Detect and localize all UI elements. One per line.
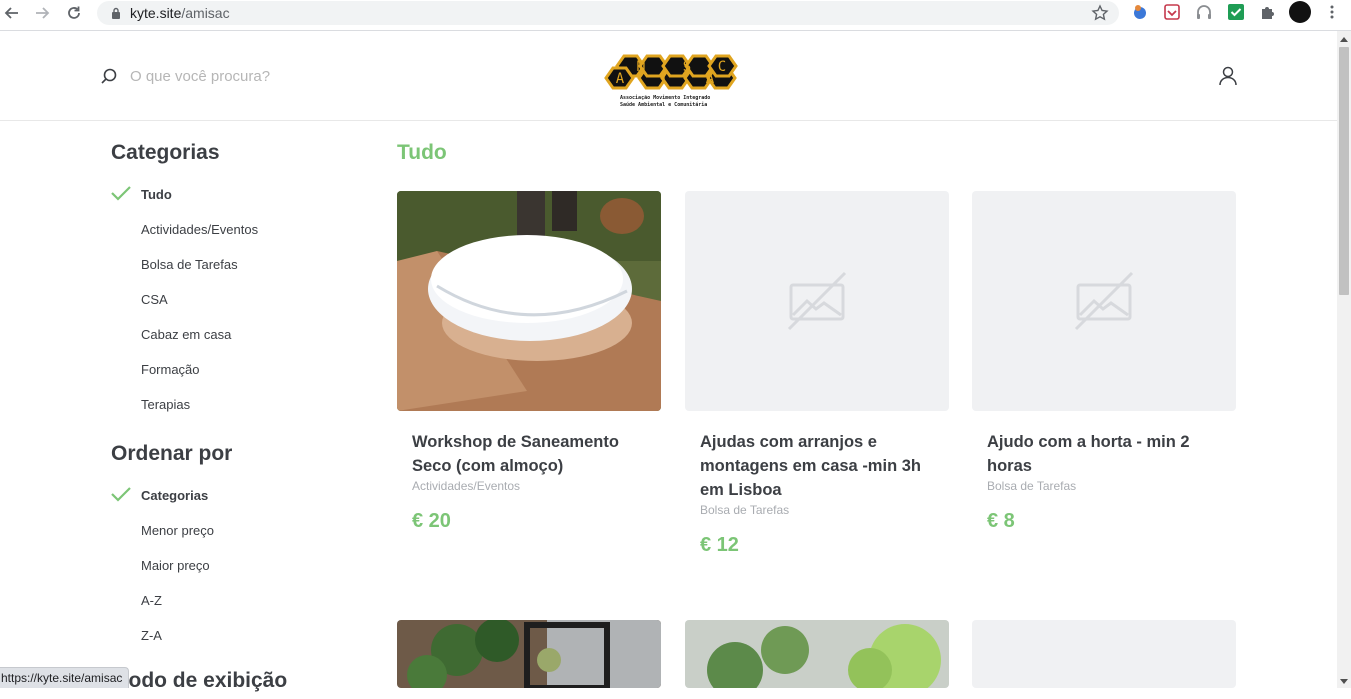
search-input[interactable] bbox=[130, 67, 380, 85]
product-card[interactable]: Workshop de Saneamento Seco (com almoço)… bbox=[397, 191, 661, 533]
product-image[interactable] bbox=[685, 620, 949, 688]
toilet-seat-photo bbox=[397, 191, 661, 411]
category-label: Terapias bbox=[141, 397, 191, 412]
product-card[interactable] bbox=[685, 620, 949, 688]
categories-heading: Categorias bbox=[111, 141, 220, 164]
logo-letter: I bbox=[660, 71, 668, 87]
no-image-placeholder-icon bbox=[787, 271, 847, 331]
sort-option-z-a[interactable]: Z-A bbox=[111, 618, 351, 653]
scroll-down-arrow-icon[interactable] bbox=[1340, 679, 1348, 684]
logo-letter: M bbox=[637, 59, 645, 75]
greens-photo bbox=[685, 620, 949, 688]
profile-avatar[interactable] bbox=[1289, 1, 1311, 23]
view-mode-heading: Modo de exibição bbox=[111, 669, 288, 692]
check-icon bbox=[111, 487, 131, 502]
search-icon[interactable] bbox=[100, 67, 118, 85]
page-title: Tudo bbox=[397, 141, 447, 164]
forward-icon[interactable] bbox=[30, 1, 54, 25]
user-account-icon[interactable] bbox=[1218, 66, 1238, 86]
search-bar[interactable] bbox=[100, 67, 380, 85]
bookmark-star-icon[interactable] bbox=[1091, 4, 1109, 22]
sort-option-maior-preco[interactable]: Maior preço bbox=[111, 548, 351, 583]
logo-hexagons bbox=[604, 54, 738, 90]
scroll-up-arrow-icon[interactable] bbox=[1340, 37, 1348, 42]
sort-option-menor-preco[interactable]: Menor preço bbox=[111, 513, 351, 548]
category-item-bolsa-de-tarefas[interactable]: Bolsa de Tarefas bbox=[111, 247, 351, 282]
category-item-actividades[interactable]: Actividades/Eventos bbox=[111, 212, 351, 247]
site-header: A M I S A C Associação Movimento Integra… bbox=[0, 31, 1337, 121]
category-label: Actividades/Eventos bbox=[141, 222, 259, 237]
status-url-tooltip: https://kyte.site/amisac bbox=[0, 667, 130, 688]
product-category: Bolsa de Tarefas bbox=[987, 479, 1077, 493]
address-bar[interactable]: kyte.site/amisac bbox=[97, 1, 1119, 25]
filter-sidebar: Categorias Tudo Actividades/Eventos Bols… bbox=[111, 141, 351, 699]
logo-letter: S bbox=[683, 59, 691, 75]
extension-pocket-icon[interactable] bbox=[1163, 3, 1181, 21]
logo-letter: C bbox=[718, 59, 726, 75]
menu-kebab-icon[interactable] bbox=[1323, 3, 1341, 21]
sort-heading: Ordenar por bbox=[111, 442, 233, 465]
extension-headphones-icon[interactable] bbox=[1195, 3, 1213, 21]
category-list: Tudo Actividades/Eventos Bolsa de Tarefa… bbox=[111, 177, 351, 422]
scrollbar-thumb[interactable] bbox=[1339, 47, 1349, 295]
category-item-cabaz-em-casa[interactable]: Cabaz em casa bbox=[111, 317, 351, 352]
product-card[interactable] bbox=[397, 620, 661, 688]
category-label: Cabaz em casa bbox=[141, 327, 232, 342]
sort-label: Menor preço bbox=[141, 523, 214, 538]
product-price: € 12 bbox=[700, 534, 739, 556]
product-price: € 8 bbox=[987, 510, 1015, 532]
back-icon[interactable] bbox=[0, 1, 24, 25]
product-name[interactable]: Workshop de Saneamento Seco (com almoço) bbox=[412, 430, 646, 478]
extensions-puzzle-icon[interactable] bbox=[1259, 3, 1277, 21]
check-icon bbox=[111, 186, 131, 201]
sort-label: Maior preço bbox=[141, 558, 210, 573]
product-image[interactable] bbox=[685, 191, 949, 411]
sort-label: Z-A bbox=[141, 628, 162, 643]
browser-toolbar: kyte.site/amisac bbox=[0, 0, 1351, 31]
category-item-terapias[interactable]: Terapias bbox=[111, 387, 351, 422]
logo-subtitle-line1: Associação Movimento Integrado bbox=[620, 95, 710, 101]
logo-subtitle-line2: Saúde Ambiental e Comunitária bbox=[620, 101, 707, 108]
category-label: Tudo bbox=[141, 187, 172, 202]
product-price: € 20 bbox=[412, 510, 451, 532]
sort-option-a-z[interactable]: A-Z bbox=[111, 583, 351, 618]
page-scrollbar[interactable] bbox=[1337, 31, 1351, 688]
sort-list: Categorias Menor preço Maior preço A-Z Z… bbox=[111, 478, 351, 653]
category-label: Bolsa de Tarefas bbox=[141, 257, 238, 272]
category-label: Formação bbox=[141, 362, 200, 377]
lock-icon bbox=[112, 7, 120, 19]
extension-check-icon[interactable] bbox=[1227, 3, 1245, 21]
amisac-logo[interactable]: A M I S A C Associação Movimento Integra… bbox=[604, 48, 740, 110]
product-image[interactable] bbox=[972, 191, 1236, 411]
product-card[interactable] bbox=[972, 620, 1236, 688]
category-item-tudo[interactable]: Tudo bbox=[111, 177, 351, 212]
category-item-formacao[interactable]: Formação bbox=[111, 352, 351, 387]
sort-label: Categorias bbox=[141, 488, 209, 503]
product-category: Bolsa de Tarefas bbox=[700, 503, 790, 517]
product-card[interactable]: Ajudo com a horta - min 2 horas Bolsa de… bbox=[972, 191, 1236, 533]
product-category: Actividades/Eventos bbox=[412, 479, 521, 493]
no-image-placeholder-icon bbox=[1074, 271, 1134, 331]
product-name[interactable]: Ajudo com a horta - min 2 horas bbox=[987, 430, 1221, 478]
product-image[interactable] bbox=[397, 191, 661, 411]
kale-crate-photo bbox=[397, 620, 661, 688]
product-image[interactable] bbox=[397, 620, 661, 688]
category-item-csa[interactable]: CSA bbox=[111, 282, 351, 317]
url-text: kyte.site/amisac bbox=[130, 5, 230, 21]
product-image-placeholder[interactable] bbox=[972, 620, 1236, 688]
category-label: CSA bbox=[141, 292, 168, 307]
product-card[interactable]: Ajudas com arranjos e montagens em casa … bbox=[685, 191, 949, 557]
logo-letter: A bbox=[706, 71, 715, 87]
extension-globe-icon[interactable] bbox=[1131, 3, 1149, 21]
logo-letter: A bbox=[616, 71, 625, 87]
product-name[interactable]: Ajudas com arranjos e montagens em casa … bbox=[700, 430, 934, 502]
sort-label: A-Z bbox=[141, 593, 162, 608]
reload-icon[interactable] bbox=[62, 1, 86, 25]
sort-option-categorias[interactable]: Categorias bbox=[111, 478, 351, 513]
